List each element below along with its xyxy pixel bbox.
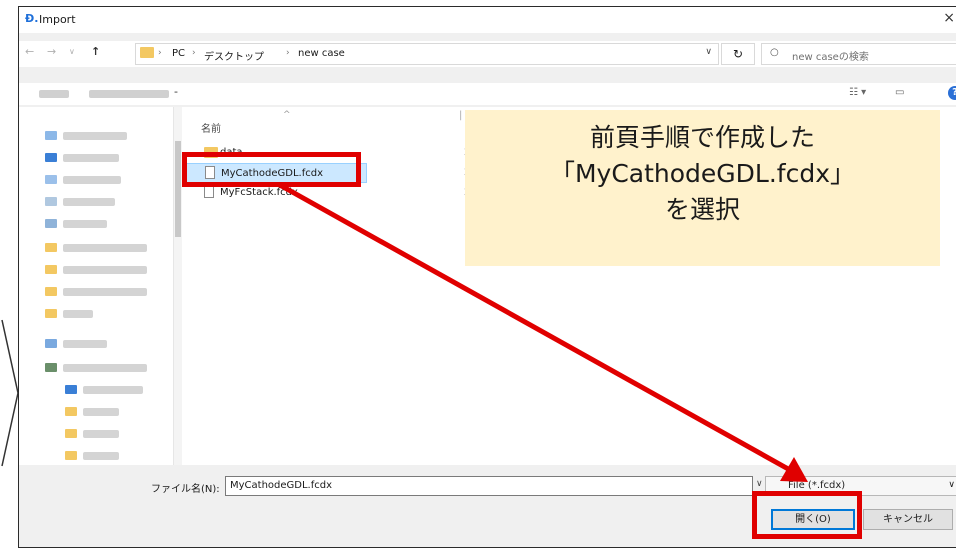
search-placeholder: new caseの検索 bbox=[792, 52, 869, 63]
instruction-callout: 前頁手順で作成した 「MyCathodeGDL.fcdx」 を選択 bbox=[465, 110, 940, 266]
callout-line-1: 前頁手順で作成した bbox=[589, 123, 815, 152]
new-folder-button[interactable] bbox=[89, 90, 169, 98]
chevron-down-icon[interactable]: ∨ bbox=[756, 479, 763, 489]
column-header-name[interactable]: 名前 bbox=[201, 120, 221, 135]
chevron-down-icon: ∨ bbox=[948, 480, 955, 490]
history-dropdown-icon[interactable]: ∨ bbox=[69, 47, 75, 56]
file-highlight-box bbox=[182, 152, 361, 187]
filename-input[interactable]: MyCathodeGDL.fcdx bbox=[225, 476, 753, 496]
sidebar-scrollbar[interactable] bbox=[174, 107, 182, 465]
scrollbar-thumb[interactable] bbox=[175, 141, 181, 237]
search-icon: ○ bbox=[770, 47, 779, 58]
address-bar[interactable]: › PC › デスクトップ › new case ∨ bbox=[135, 43, 719, 65]
breadcrumb-separator: › bbox=[158, 48, 162, 58]
breadcrumb-separator: › bbox=[286, 48, 290, 58]
search-box[interactable]: ○ new caseの検索 bbox=[761, 43, 956, 65]
organize-button[interactable] bbox=[39, 90, 69, 98]
sort-indicator-icon: ^ bbox=[283, 110, 291, 120]
up-arrow-icon[interactable]: ↑ bbox=[91, 45, 100, 58]
navigation-bar: ← → ∨ ↑ › PC › デスクトップ › new case ∨ ↻ ○ n… bbox=[19, 41, 956, 67]
window-title: Import bbox=[39, 13, 76, 26]
back-arrow-icon[interactable]: ← bbox=[25, 45, 34, 58]
toolbar: - ☷ ▾ ▭ ? bbox=[19, 83, 956, 105]
file-name: MyFcStack.fcdx bbox=[220, 187, 298, 198]
chevron-down-icon[interactable]: ∨ bbox=[705, 47, 712, 57]
folder-icon bbox=[140, 47, 154, 58]
navigation-pane bbox=[19, 107, 174, 465]
toolbar-dash: - bbox=[174, 85, 178, 98]
refresh-icon[interactable]: ↻ bbox=[721, 43, 755, 65]
forward-arrow-icon[interactable]: → bbox=[47, 45, 56, 58]
preview-pane-icon[interactable]: ▭ bbox=[895, 87, 904, 98]
breadcrumb-desktop[interactable]: デスクトップ bbox=[204, 48, 264, 63]
callout-line-3: を選択 bbox=[664, 195, 740, 224]
cancel-button[interactable]: キャンセル bbox=[863, 509, 953, 530]
app-icon: Ð. bbox=[25, 12, 39, 25]
file-type-value: File (*.fcdx) bbox=[788, 480, 846, 491]
import-dialog: Ð. Import × ← → ∨ ↑ › PC › デスクトップ › new … bbox=[18, 6, 956, 548]
close-icon[interactable]: × bbox=[943, 10, 955, 26]
breadcrumb-new-case[interactable]: new case bbox=[298, 48, 345, 59]
open-button-highlight-box bbox=[752, 491, 862, 539]
column-separator: | bbox=[459, 110, 463, 121]
breadcrumb-pc[interactable]: PC bbox=[172, 48, 185, 59]
filename-value: MyCathodeGDL.fcdx bbox=[230, 480, 333, 491]
help-icon[interactable]: ? bbox=[948, 86, 956, 100]
callout-line-2: 「MyCathodeGDL.fcdx」 bbox=[549, 159, 856, 188]
view-options-icon[interactable]: ☷ ▾ bbox=[849, 87, 866, 98]
filename-label: ファイル名(N): bbox=[151, 484, 220, 495]
title-bar: Ð. Import × bbox=[19, 7, 956, 33]
breadcrumb-separator: › bbox=[192, 48, 196, 58]
